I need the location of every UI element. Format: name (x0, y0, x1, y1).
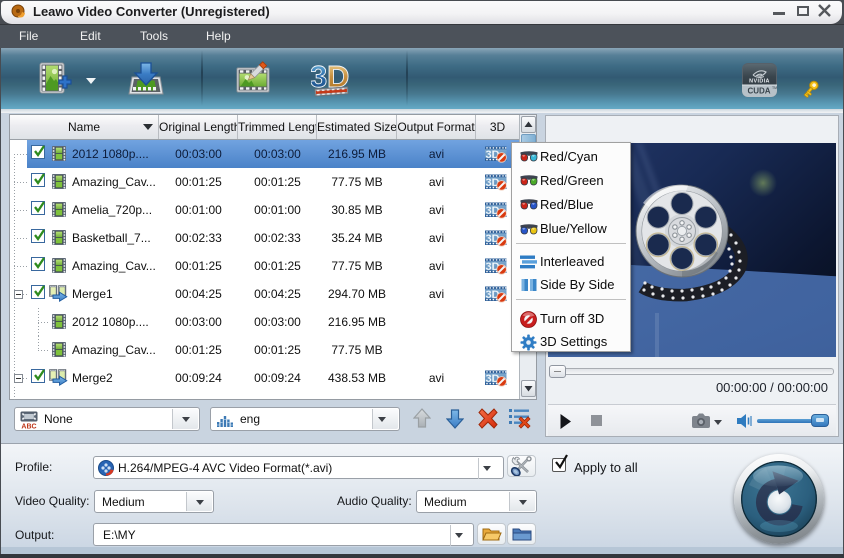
svg-text:NVIDIA: NVIDIA (749, 79, 770, 85)
svg-text:CUDA: CUDA (747, 87, 770, 96)
svg-text:TM: TM (772, 86, 777, 90)
svg-text:ABC: ABC (21, 424, 36, 430)
